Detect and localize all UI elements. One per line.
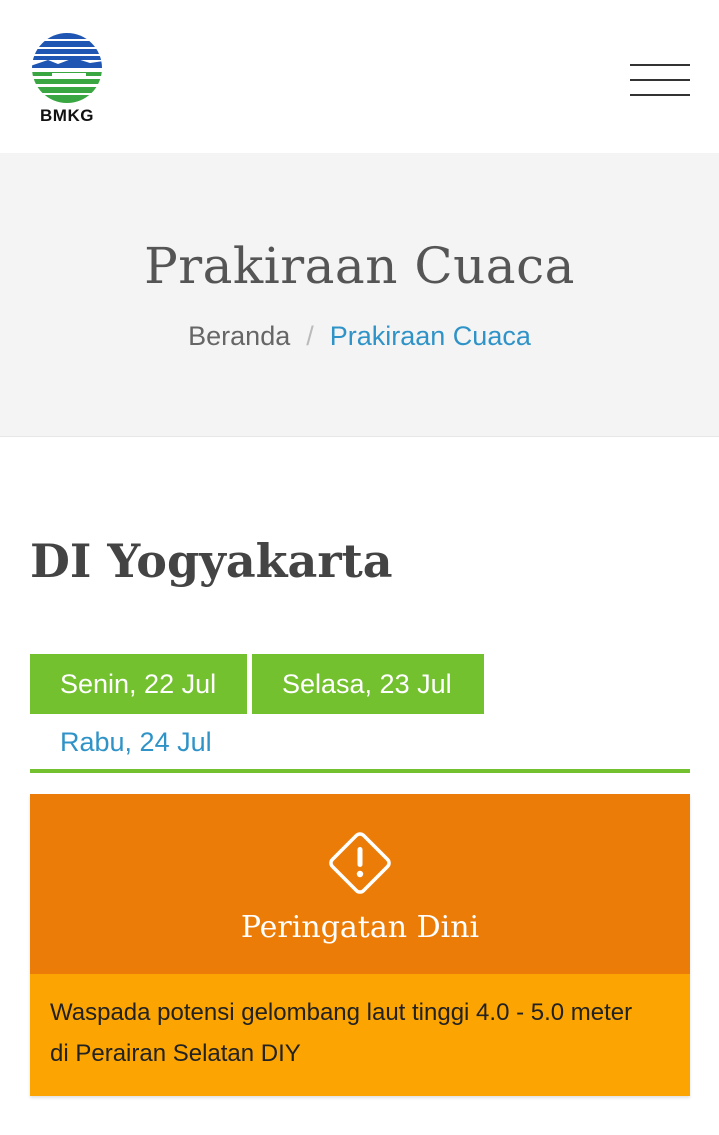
breadcrumb: Beranda / Prakiraan Cuaca (0, 321, 719, 352)
tab-selasa[interactable]: Selasa, 23 Jul (252, 654, 484, 714)
warning-diamond-icon (329, 832, 391, 894)
hamburger-menu-icon (630, 64, 690, 66)
tab-senin[interactable]: Senin, 22 Jul (30, 654, 247, 714)
bmkg-logo[interactable]: BMKG (30, 32, 104, 128)
bmkg-logo-emblem-icon (32, 33, 102, 103)
warning-title: Peringatan Dini (240, 910, 480, 945)
breadcrumb-current: Prakiraan Cuaca (329, 321, 531, 351)
region-title: DI Yogyakarta (30, 534, 393, 588)
hamburger-menu-icon-line (630, 79, 690, 81)
logo-text: BMKG (40, 106, 94, 125)
warning-text: Waspada potensi gelombang laut tinggi 4.… (50, 999, 633, 1067)
tabs-underline (30, 769, 690, 773)
breadcrumb-home-link[interactable]: Beranda (188, 321, 290, 351)
page-hero: Prakiraan Cuaca Beranda / Prakiraan Cuaca (0, 153, 719, 437)
tab-rabu[interactable]: Rabu, 24 Jul (30, 714, 260, 770)
warning-header: Peringatan Dini (30, 794, 690, 974)
warning-body: Waspada potensi gelombang laut tinggi 4.… (30, 974, 690, 1096)
page-title: Prakiraan Cuaca (144, 237, 575, 295)
early-warning-card: Peringatan Dini Waspada potensi gelomban… (30, 794, 690, 1096)
hamburger-menu-icon-line (630, 94, 690, 96)
site-header: BMKG (0, 0, 719, 153)
hamburger-menu-button[interactable] (626, 58, 690, 102)
breadcrumb-separator: / (306, 321, 314, 351)
